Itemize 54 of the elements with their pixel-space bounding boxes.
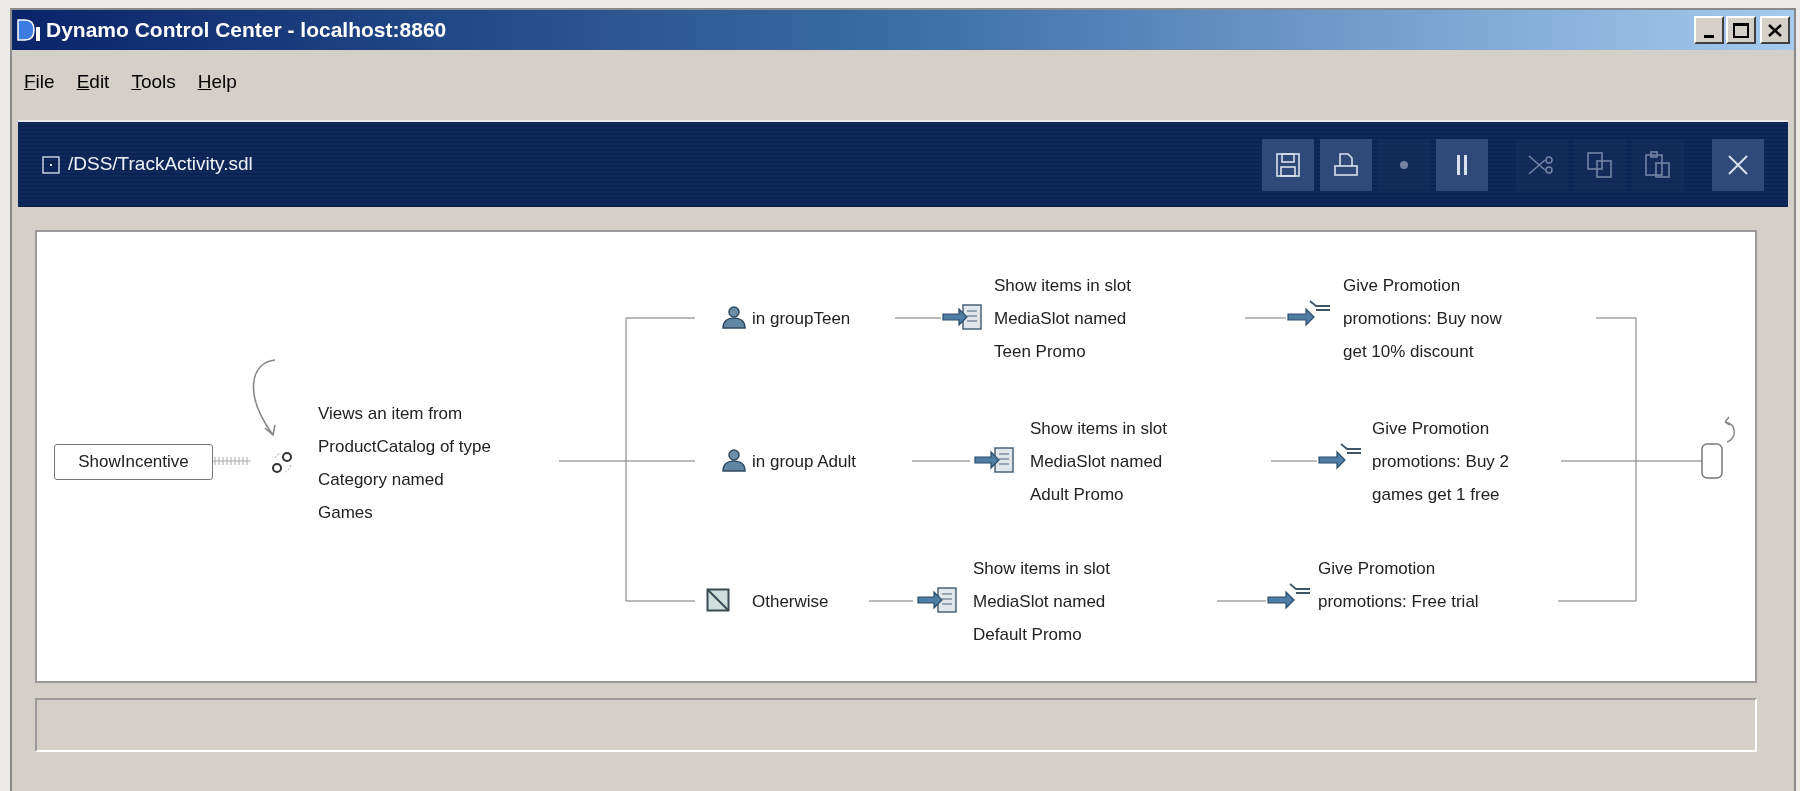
action-description: Show items in slot MediaSlot named Default Promo bbox=[973, 557, 1110, 646]
end-node bbox=[1701, 443, 1723, 479]
minimize-button[interactable] bbox=[1694, 16, 1724, 44]
person-icon bbox=[721, 305, 747, 329]
connector-line bbox=[911, 460, 971, 462]
window-title: Dynamo Control Center - localhost:8860 bbox=[46, 17, 447, 44]
maximize-button[interactable] bbox=[1726, 16, 1756, 44]
pause-icon bbox=[1455, 153, 1469, 176]
close-icon bbox=[1727, 153, 1749, 176]
print-button[interactable] bbox=[1320, 138, 1372, 191]
event-description: Views an item from ProductCatalog of type Category named Games bbox=[318, 403, 491, 524]
dot-icon bbox=[1399, 159, 1409, 170]
diagonal-square-icon bbox=[706, 588, 730, 612]
action-description: Show items in slot MediaSlot named Teen Promo bbox=[994, 274, 1131, 363]
menu-item[interactable]: Help bbox=[197, 67, 237, 97]
condition-label: in group Adult bbox=[752, 451, 856, 473]
arrow-document-icon bbox=[941, 303, 985, 331]
save-button[interactable] bbox=[1262, 138, 1314, 191]
person-icon bbox=[721, 448, 747, 472]
app-logo-icon bbox=[16, 17, 42, 43]
promotion-description: Give Promotion promotions: Buy 2 games get 1 free bbox=[1372, 417, 1509, 506]
arrow-document-icon bbox=[916, 586, 960, 614]
printer-icon bbox=[1333, 151, 1359, 178]
paste-icon bbox=[1644, 150, 1672, 179]
promotion-description: Give Promotion promotions: Free trial bbox=[1318, 557, 1479, 613]
start-node[interactable]: ShowIncentive bbox=[54, 444, 213, 480]
save-icon bbox=[1275, 151, 1301, 178]
menu-item[interactable]: Edit bbox=[76, 67, 110, 97]
connector-line bbox=[868, 600, 914, 602]
arrow-document-icon bbox=[973, 446, 1017, 474]
menu-item[interactable]: Tools bbox=[131, 67, 176, 97]
document-icon bbox=[42, 155, 60, 174]
minimize-icon bbox=[1704, 35, 1714, 38]
arrow-list-icon bbox=[1317, 442, 1363, 472]
connector-line bbox=[1216, 600, 1267, 602]
connector-line bbox=[894, 317, 942, 319]
loop-arrow-icon bbox=[1724, 416, 1735, 443]
condition-label: in groupTeen bbox=[752, 308, 851, 330]
document-path: /DSS/TrackActivity.sdl bbox=[68, 152, 253, 177]
action-description: Show items in slot MediaSlot named Adult Promo bbox=[1030, 417, 1167, 506]
arrow-list-icon bbox=[1286, 299, 1332, 329]
maximize-icon bbox=[1733, 22, 1749, 38]
arrow-list-icon bbox=[1266, 582, 1312, 612]
connector-line bbox=[1270, 460, 1318, 462]
condition-label: Otherwise bbox=[752, 591, 829, 613]
close-window-button[interactable] bbox=[1760, 16, 1790, 44]
connector-line bbox=[1244, 317, 1287, 319]
copy-icon bbox=[1586, 150, 1614, 179]
close-icon bbox=[1768, 23, 1782, 37]
menu-item[interactable]: File bbox=[24, 67, 55, 97]
promotion-description: Give Promotion promotions: Buy now get 10% discount bbox=[1343, 274, 1502, 363]
pause-button[interactable] bbox=[1436, 138, 1488, 191]
hatched-connector bbox=[212, 456, 252, 466]
close-button[interactable] bbox=[1712, 138, 1764, 191]
